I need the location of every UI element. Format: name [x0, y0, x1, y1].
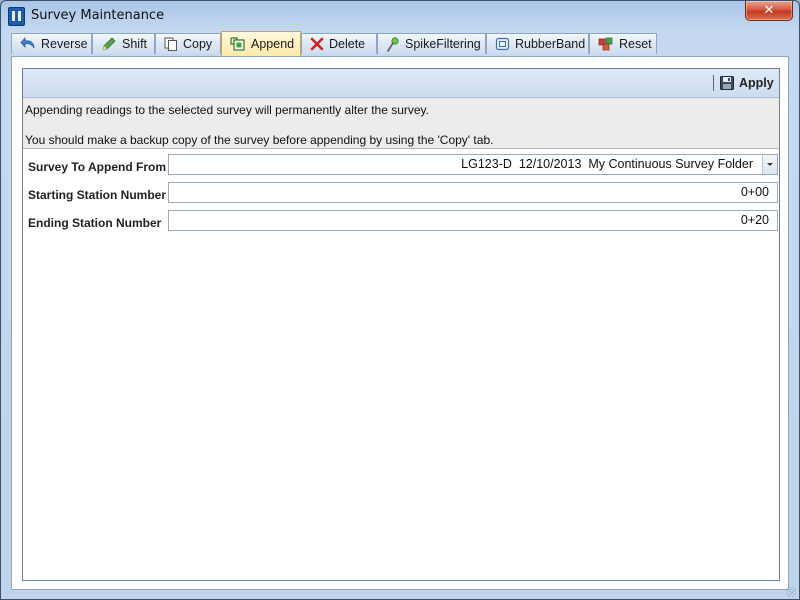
tab-label: SpikeFiltering — [405, 37, 481, 51]
apply-label: Apply — [739, 76, 774, 90]
toolbar-separator — [713, 75, 714, 91]
warning-message: Appending readings to the selected surve… — [23, 98, 779, 149]
append-tab-panel: Apply Appending readings to the selected… — [11, 56, 789, 590]
survey-to-append-select[interactable]: LG123-D 12/10/2013 My Continuous Survey … — [168, 154, 778, 175]
tab-copy[interactable]: Copy — [155, 33, 221, 54]
reverse-arrow-icon — [20, 37, 35, 49]
toolbar: Apply — [23, 69, 779, 98]
tab-label: Reverse — [41, 37, 88, 51]
shift-pencil-icon — [102, 37, 116, 50]
starting-station-row: Starting Station Number 0+00 — [23, 182, 779, 206]
tab-label: RubberBand — [515, 37, 586, 51]
starting-station-label: Starting Station Number — [28, 188, 167, 202]
tab-label: Delete — [329, 37, 366, 51]
save-disk-icon — [720, 76, 734, 90]
append-form-container: Apply Appending readings to the selected… — [22, 68, 780, 581]
tab-label: Reset — [619, 37, 652, 51]
tab-label: Shift — [122, 37, 148, 51]
ending-station-label: Ending Station Number — [28, 216, 162, 230]
spike-filter-icon — [387, 36, 399, 52]
tab-strip: Reverse Shift Copy Append Delete SpikeFi… — [11, 31, 791, 56]
copy-icon — [164, 37, 177, 51]
tab-spikefiltering[interactable]: SpikeFiltering — [377, 33, 486, 54]
window-title: Survey Maintenance — [31, 8, 165, 23]
ending-station-input[interactable]: 0+20 — [168, 210, 778, 231]
rubber-band-icon — [495, 37, 510, 51]
survey-to-append-label: Survey To Append From — [28, 160, 167, 174]
append-icon — [230, 36, 245, 51]
tab-shift[interactable]: Shift — [92, 33, 155, 54]
delete-x-icon — [310, 37, 324, 51]
tab-reverse[interactable]: Reverse — [11, 33, 92, 54]
tab-label: Copy — [183, 37, 213, 51]
survey-to-append-value: LG123-D 12/10/2013 My Continuous Survey … — [461, 157, 753, 171]
app-icon — [8, 7, 25, 26]
ending-station-row: Ending Station Number 0+20 — [23, 210, 779, 234]
starting-station-input[interactable]: 0+00 — [168, 182, 778, 203]
survey-maintenance-window: Survey Maintenance ✕ Reverse Shift Copy — [0, 0, 800, 600]
resize-grip[interactable] — [786, 587, 796, 597]
apply-button[interactable]: Apply — [720, 73, 774, 93]
reset-icon — [598, 37, 613, 51]
chevron-down-icon[interactable] — [762, 155, 777, 174]
tab-append[interactable]: Append — [221, 31, 301, 56]
close-button[interactable]: ✕ — [745, 1, 793, 21]
survey-to-append-row: Survey To Append From LG123-D 12/10/2013… — [23, 154, 779, 178]
tab-label: Append — [251, 37, 295, 51]
title-bar[interactable]: Survey Maintenance ✕ — [1, 1, 799, 31]
tab-rubberband[interactable]: RubberBand — [486, 33, 589, 54]
tab-reset[interactable]: Reset — [589, 33, 657, 54]
tab-delete[interactable]: Delete — [301, 33, 377, 54]
warning-line-2: You should make a backup copy of the sur… — [25, 133, 494, 147]
warning-line-1: Appending readings to the selected surve… — [25, 103, 429, 117]
